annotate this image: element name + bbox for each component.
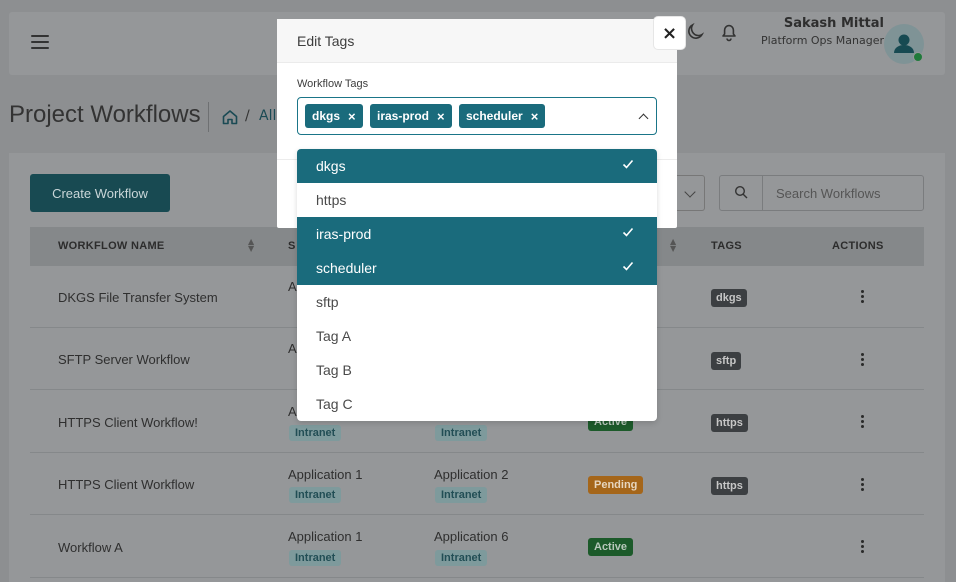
- breadcrumb-separator: /: [245, 108, 250, 124]
- kebab-icon[interactable]: [861, 478, 865, 492]
- workflow-name[interactable]: HTTPS Client Workflow!: [58, 415, 198, 430]
- workflow-name[interactable]: DKGS File Transfer System: [58, 290, 218, 305]
- selected-tag-chip: dkgs ×: [305, 104, 363, 128]
- source-app: A: [288, 279, 297, 294]
- source-app: Application 1: [288, 467, 363, 482]
- create-workflow-button[interactable]: Create Workflow: [30, 174, 170, 212]
- dest-env-chip: Intranet: [435, 550, 488, 566]
- option-tag-a[interactable]: Tag A: [297, 319, 657, 353]
- option-tag-b[interactable]: Tag B: [297, 353, 657, 387]
- check-icon: [622, 159, 634, 169]
- close-button[interactable]: ×: [654, 17, 685, 49]
- tags-dropdown: dkgs https iras-prod scheduler sftp Tag …: [297, 149, 657, 421]
- close-icon: ×: [661, 22, 678, 44]
- workflow-name[interactable]: HTTPS Client Workflow: [58, 477, 194, 492]
- kebab-icon[interactable]: [861, 540, 865, 554]
- sort-icon[interactable]: ▲ ▼: [670, 238, 676, 253]
- option-label: Tag B: [316, 362, 352, 378]
- source-env-chip: Intranet: [289, 425, 342, 441]
- source-app: A: [288, 341, 297, 356]
- source-env-chip: Intranet: [289, 550, 342, 566]
- title-divider: [208, 102, 209, 132]
- option-scheduler[interactable]: scheduler: [297, 251, 657, 285]
- selected-tag-chip: iras-prod ×: [370, 104, 452, 128]
- tag-badge: dkgs: [711, 289, 747, 307]
- option-label: dkgs: [316, 158, 346, 174]
- page-title: Project Workflows: [9, 101, 201, 128]
- dest-app: Application 2: [434, 467, 509, 482]
- dest-env-chip: Intranet: [435, 425, 488, 441]
- option-label: Tag C: [316, 396, 353, 412]
- tag-badge: https: [711, 477, 748, 495]
- breadcrumb-all[interactable]: All: [259, 108, 276, 124]
- selected-tag-chip: scheduler ×: [459, 104, 546, 128]
- remove-tag-icon[interactable]: ×: [348, 109, 356, 124]
- search-icon: [734, 185, 748, 199]
- option-sftp[interactable]: sftp: [297, 285, 657, 319]
- column-tags: TAGS: [711, 240, 742, 252]
- dest-app: Application 6: [434, 529, 509, 544]
- user-name: Sakash Mittal: [783, 16, 884, 31]
- source-env-chip: Intranet: [289, 487, 342, 503]
- search-placeholder: Search Workflows: [776, 186, 881, 201]
- check-icon: [622, 227, 634, 237]
- column-workflow-name[interactable]: WORKFLOW NAME: [58, 240, 165, 252]
- modal-title: Edit Tags: [297, 33, 355, 49]
- user-role: Platform Ops Manager: [761, 34, 884, 47]
- status-badge: Pending: [588, 476, 644, 494]
- dest-env-chip: Intranet: [435, 487, 488, 503]
- option-tag-c[interactable]: Tag C: [297, 387, 657, 421]
- column-source[interactable]: S: [288, 240, 296, 252]
- source-app: Application 1: [288, 529, 363, 544]
- table-row[interactable]: [30, 516, 924, 578]
- home-icon[interactable]: [221, 108, 239, 126]
- kebab-icon[interactable]: [861, 353, 865, 367]
- workflow-name[interactable]: SFTP Server Workflow: [58, 352, 190, 367]
- option-label: iras-prod: [316, 226, 372, 242]
- selected-tag-label: scheduler: [466, 109, 523, 123]
- column-actions: ACTIONS: [832, 240, 884, 252]
- online-status-dot: [913, 52, 923, 62]
- option-label: https: [316, 192, 347, 208]
- bell-icon[interactable]: [718, 21, 740, 43]
- kebab-icon[interactable]: [861, 415, 865, 429]
- sort-icon[interactable]: ▲ ▼: [248, 238, 254, 253]
- source-app: A: [288, 404, 297, 419]
- option-label: scheduler: [316, 260, 377, 276]
- option-dkgs[interactable]: dkgs: [297, 149, 657, 183]
- workflow-tags-label: Workflow Tags: [297, 78, 369, 90]
- option-iras-prod[interactable]: iras-prod: [297, 217, 657, 251]
- option-label: sftp: [316, 294, 339, 310]
- moon-icon[interactable]: [685, 22, 705, 42]
- modal-header: Edit Tags: [277, 19, 677, 63]
- status-badge: Active: [588, 538, 634, 556]
- selected-tag-label: iras-prod: [377, 109, 430, 123]
- workflow-name[interactable]: Workflow A: [58, 540, 123, 555]
- tag-badge: https: [711, 414, 748, 432]
- kebab-icon[interactable]: [861, 290, 865, 304]
- option-label: Tag A: [316, 328, 352, 344]
- check-icon: [622, 261, 634, 271]
- option-https[interactable]: https: [297, 183, 657, 217]
- menu-icon[interactable]: [31, 35, 49, 49]
- remove-tag-icon[interactable]: ×: [531, 109, 539, 124]
- remove-tag-icon[interactable]: ×: [437, 109, 445, 124]
- selected-tag-label: dkgs: [312, 109, 341, 123]
- tag-badge: sftp: [711, 352, 742, 370]
